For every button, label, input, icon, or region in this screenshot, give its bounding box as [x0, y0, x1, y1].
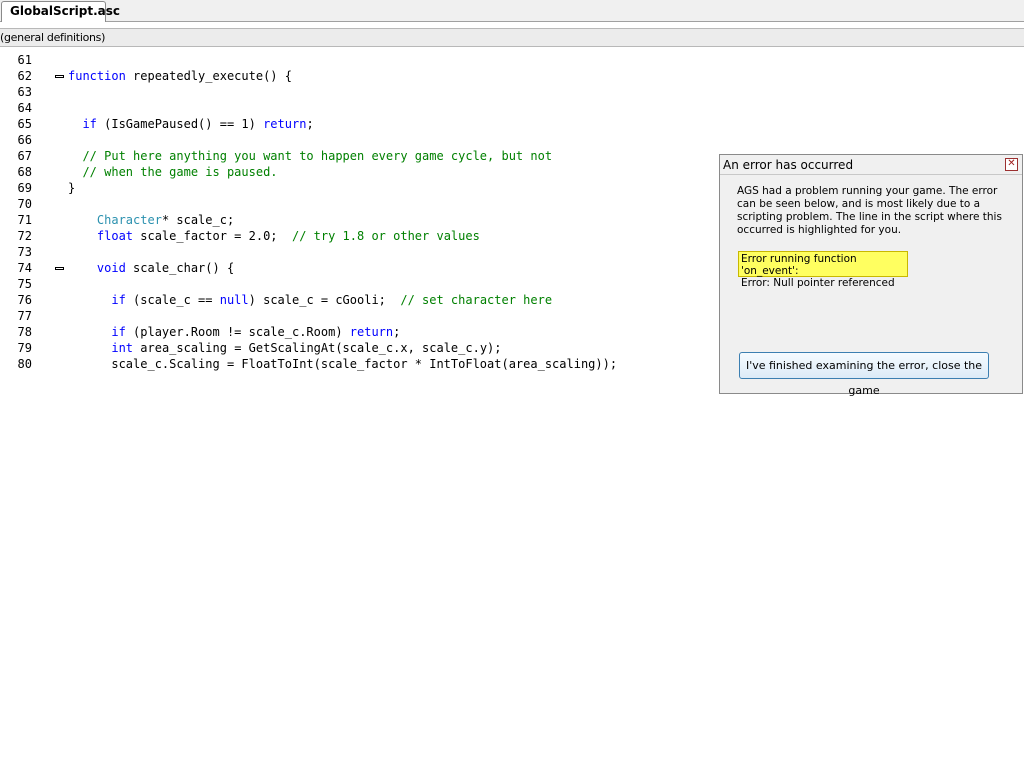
line-number: 76 [17, 293, 32, 307]
error-dialog: An error has occurred ✕ AGS had a proble… [719, 154, 1023, 397]
line-number: 75 [17, 277, 32, 291]
error-message-box: Error running function 'on_event': Error… [738, 251, 908, 289]
line-number: 63 [17, 85, 32, 99]
code-line[interactable]: 64 [0, 100, 1024, 116]
code-text: if (IsGamePaused() == 1) return; [82, 117, 314, 131]
tab-bar: GlobalScript.asc [0, 0, 1024, 22]
line-number: 69 [17, 181, 32, 195]
line-number: 66 [17, 133, 32, 147]
code-text: function repeatedly_execute() { [68, 69, 292, 83]
function-selector-label: (general definitions) [0, 31, 106, 44]
line-number: 71 [17, 213, 32, 227]
close-game-button[interactable]: I've finished examining the error, close… [739, 352, 989, 397]
line-number: 73 [17, 245, 32, 259]
error-line-1: Error running function 'on_event': [741, 253, 857, 277]
line-number: 65 [17, 117, 32, 131]
line-number: 74 [17, 261, 32, 275]
line-number: 78 [17, 325, 32, 339]
line-number: 61 [17, 53, 32, 67]
code-line[interactable]: 66 [0, 132, 1024, 148]
line-number: 68 [17, 165, 32, 179]
error-line-2: Error: Null pointer referenced [741, 277, 895, 289]
line-number: 62 [17, 69, 32, 83]
line-number: 77 [17, 309, 32, 323]
line-number: 67 [17, 149, 32, 163]
code-line[interactable]: 61 [0, 52, 1024, 68]
dialog-message: AGS had a problem running your game. The… [737, 185, 1002, 236]
line-number: 72 [17, 229, 32, 243]
line-number: 70 [17, 197, 32, 211]
tab-label: GlobalScript.asc [10, 4, 121, 18]
tab-globalscript[interactable]: GlobalScript.asc [1, 1, 120, 22]
code-line[interactable]: 65 if (IsGamePaused() == 1) return; [0, 116, 1024, 132]
line-number: 79 [17, 341, 32, 355]
code-line[interactable]: 63 [0, 84, 1024, 100]
close-icon[interactable]: ✕ [1005, 158, 1018, 171]
fold-toggle-icon[interactable] [55, 75, 64, 78]
code-line[interactable]: 62 function repeatedly_execute() { [0, 68, 1024, 84]
line-number: 64 [17, 101, 32, 115]
dialog-title: An error has occurred [720, 155, 1022, 175]
fold-toggle-icon[interactable] [55, 267, 64, 270]
function-selector[interactable]: (general definitions) [0, 28, 1024, 47]
line-number: 80 [17, 357, 32, 371]
